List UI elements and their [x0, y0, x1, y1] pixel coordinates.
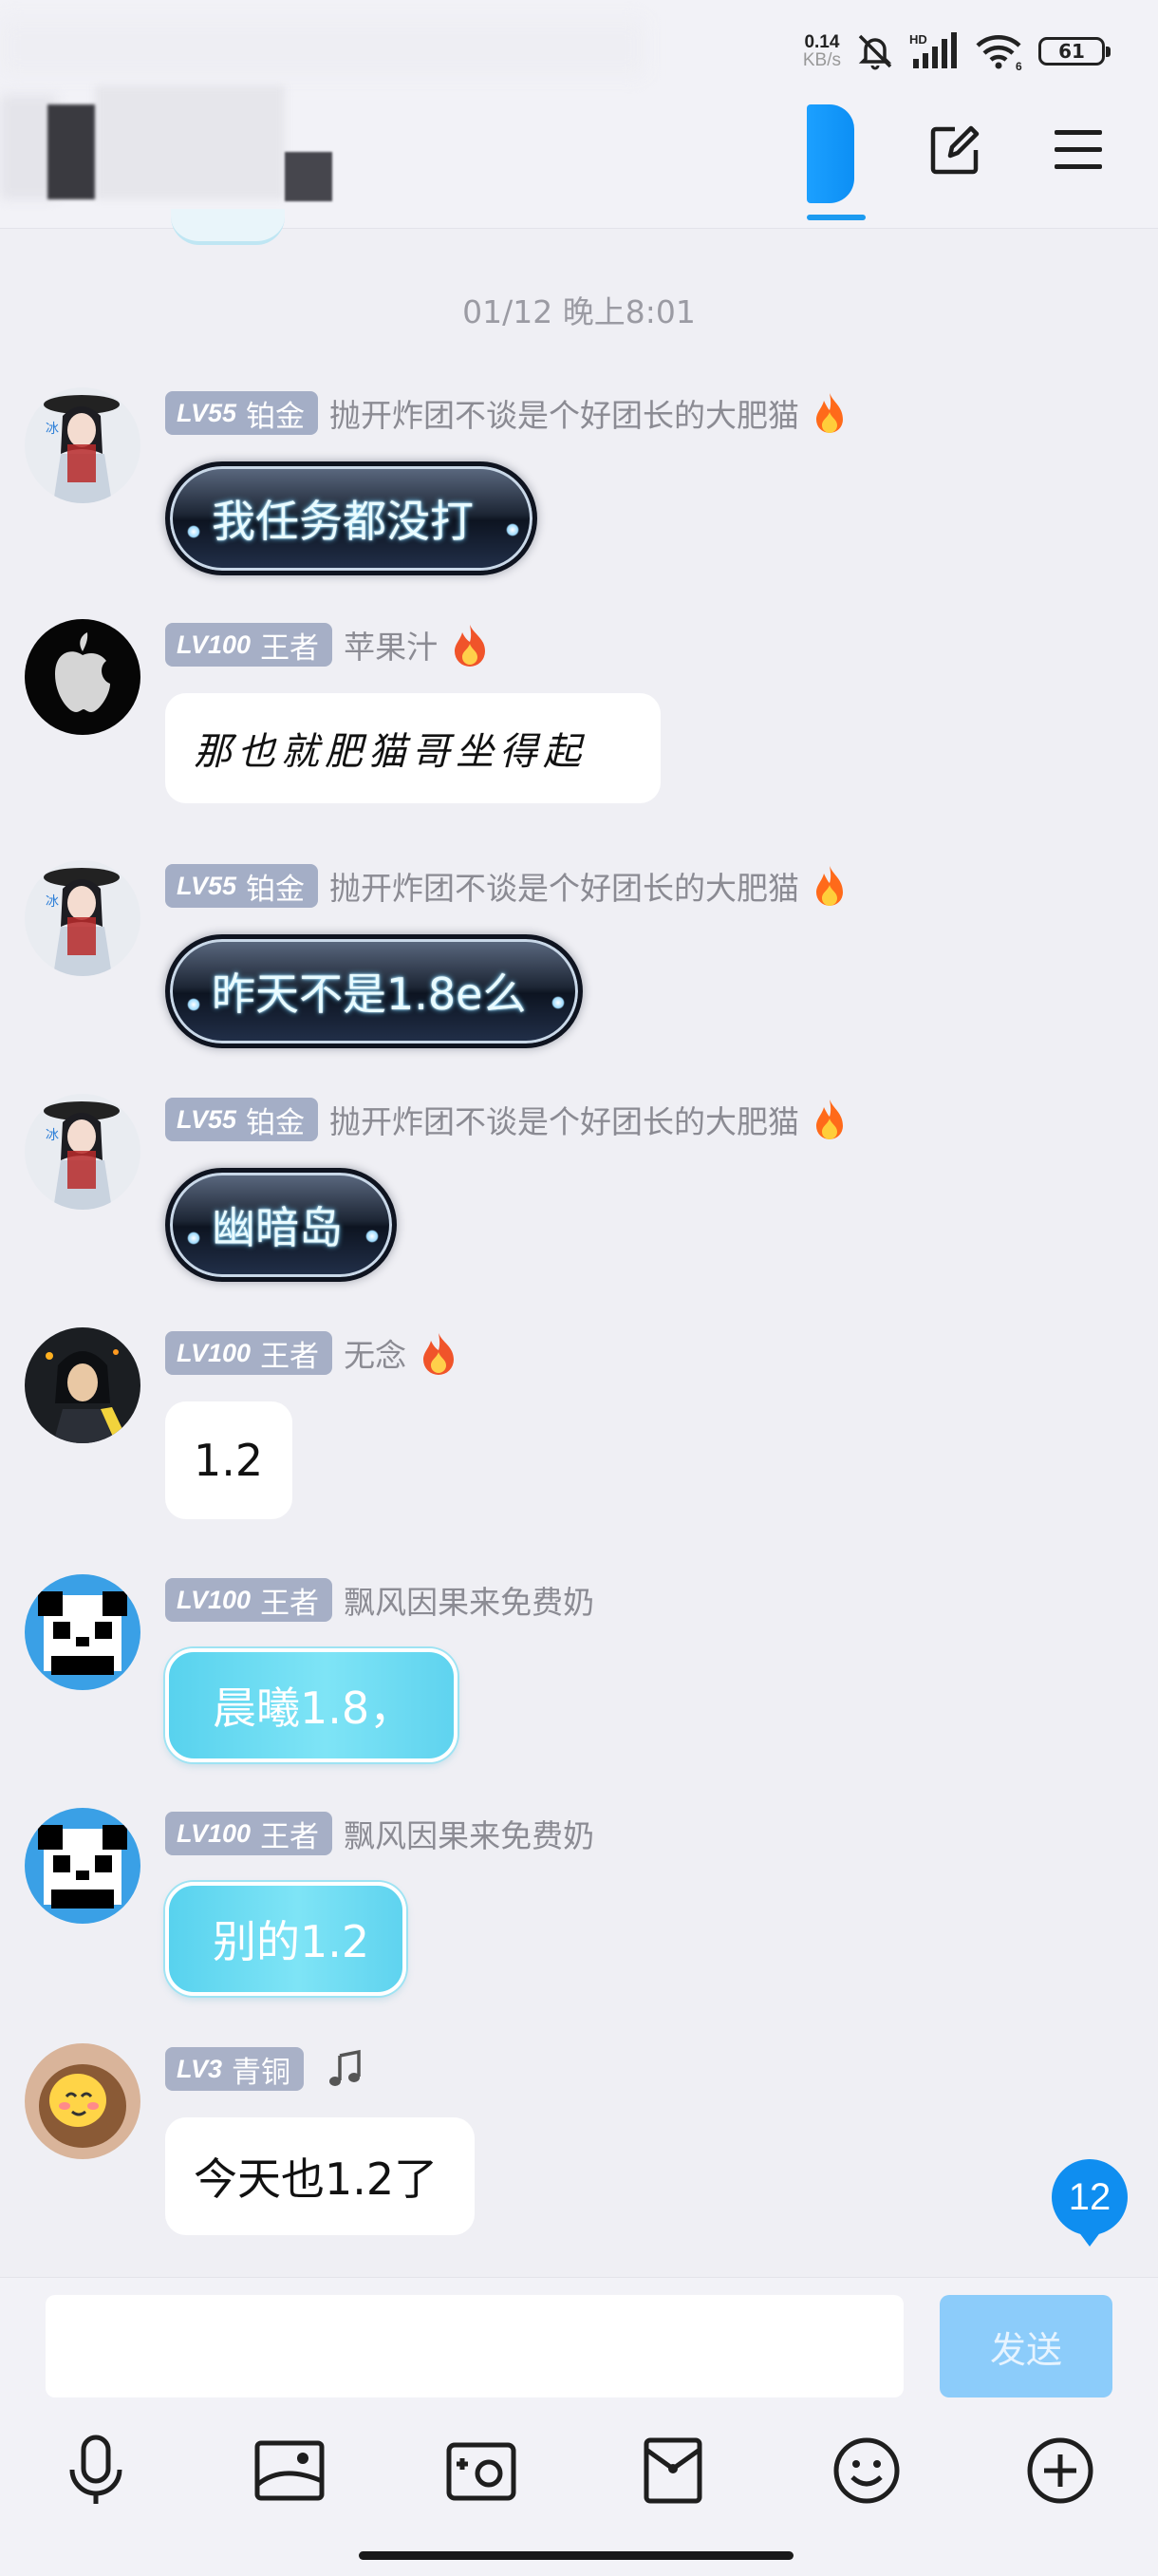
red-packet-icon [643, 2436, 703, 2509]
avatar[interactable]: 冰 [25, 387, 140, 503]
level-badge: LV55 铂金 [165, 864, 319, 908]
mute-bell-icon [854, 30, 896, 72]
time-divider: 01/12 晚上8:01 [462, 293, 696, 330]
menu-button[interactable] [1048, 122, 1109, 182]
svg-text:HD: HD [909, 32, 927, 47]
unread-count-badge[interactable]: 12 [1052, 2159, 1128, 2247]
image-button[interactable] [247, 2430, 332, 2515]
more-button[interactable] [1018, 2430, 1103, 2515]
nickname[interactable]: 抛开炸团不谈是个好团长的大肥猫 [329, 1097, 799, 1142]
nickname[interactable]: 苹果汁 [344, 622, 438, 668]
avatar[interactable] [25, 1808, 140, 1924]
status-bar: 0.14 KB/s HD 6 61 [802, 25, 1111, 78]
red-packet-button[interactable] [630, 2430, 716, 2515]
battery-indicator: 61 [1038, 37, 1111, 66]
message-input[interactable] [46, 2295, 904, 2397]
svg-text:6: 6 [1016, 60, 1022, 72]
home-indicator[interactable] [359, 2551, 794, 2560]
tab-underline [807, 215, 866, 220]
plus-icon [1025, 2435, 1095, 2510]
avatar[interactable]: 冰 [25, 860, 140, 976]
edit-button[interactable] [925, 122, 985, 182]
avatar[interactable] [25, 2043, 140, 2159]
level-badge: LV100 王者 [165, 1578, 333, 1622]
message-bubble[interactable]: 今天也1.2了 [165, 2117, 475, 2235]
music-note-icon [327, 2048, 364, 2090]
emoji-button[interactable] [824, 2430, 909, 2515]
cell-signal-icon: HD [909, 30, 961, 72]
flame-icon [449, 623, 491, 667]
message-bubble[interactable]: 那也就肥猫哥坐得起 [165, 693, 661, 803]
camera-icon [445, 2437, 517, 2508]
send-button[interactable]: 发送 [940, 2295, 1112, 2397]
level-badge: LV55 铂金 [165, 1098, 319, 1141]
message-bubble[interactable]: 幽暗岛 [165, 1168, 397, 1282]
input-toolbar [0, 2430, 1158, 2515]
svg-text:冰: 冰 [46, 1128, 59, 1143]
voice-button[interactable] [53, 2430, 139, 2515]
avatar[interactable]: 冰 [25, 1094, 140, 1210]
level-badge: LV3 青铜 [165, 2047, 305, 2091]
network-speed: 0.14 KB/s [802, 32, 841, 70]
menu-icon [1052, 126, 1105, 178]
nickname[interactable]: 抛开炸团不谈是个好团长的大肥猫 [329, 390, 799, 436]
message-bubble[interactable]: 我任务都没打 [165, 461, 537, 575]
edit-icon [926, 122, 983, 182]
camera-button[interactable] [439, 2430, 524, 2515]
message-bubble[interactable]: 1.2 [165, 1401, 292, 1519]
nickname[interactable]: 抛开炸团不谈是个好团长的大肥猫 [329, 863, 799, 909]
flame-icon [811, 864, 849, 908]
svg-text:冰: 冰 [46, 422, 59, 437]
chat-header: 0.14 KB/s HD 6 61 [0, 0, 1158, 245]
wifi-icon: 6 [974, 30, 1025, 72]
microphone-icon [63, 2434, 129, 2511]
message-bubble[interactable]: 别的1.2 [165, 1882, 406, 1996]
avatar[interactable] [25, 1327, 140, 1443]
nickname[interactable]: 飘风因果来免费奶 [344, 1811, 594, 1856]
flame-icon [811, 1098, 849, 1141]
level-badge: LV100 王者 [165, 1812, 333, 1855]
active-tab-indicator[interactable] [807, 104, 854, 203]
message-bubble[interactable]: 昨天不是1.8e么 [165, 934, 583, 1048]
chat-message-list[interactable]: 01/12 晚上8:01 冰 LV55 铂金 抛开炸团不谈是个好团长的大肥猫 我… [0, 228, 1158, 2279]
emoji-icon [831, 2435, 902, 2510]
svg-text:冰: 冰 [46, 894, 59, 910]
input-area: 发送 [0, 2277, 1158, 2576]
avatar[interactable] [25, 1574, 140, 1690]
level-badge: LV55 铂金 [165, 391, 319, 435]
image-icon [253, 2437, 326, 2508]
nickname[interactable]: 无念 [344, 1330, 406, 1376]
nickname[interactable]: 飘风因果来免费奶 [344, 1577, 594, 1623]
blurred-group-title [0, 0, 664, 228]
avatar[interactable] [25, 619, 140, 735]
flame-icon [811, 391, 849, 435]
message-bubble[interactable]: 晨曦1.8， [165, 1648, 458, 1762]
flame-icon [418, 1331, 459, 1375]
level-badge: LV100 王者 [165, 1331, 333, 1375]
level-badge: LV100 王者 [165, 623, 333, 667]
